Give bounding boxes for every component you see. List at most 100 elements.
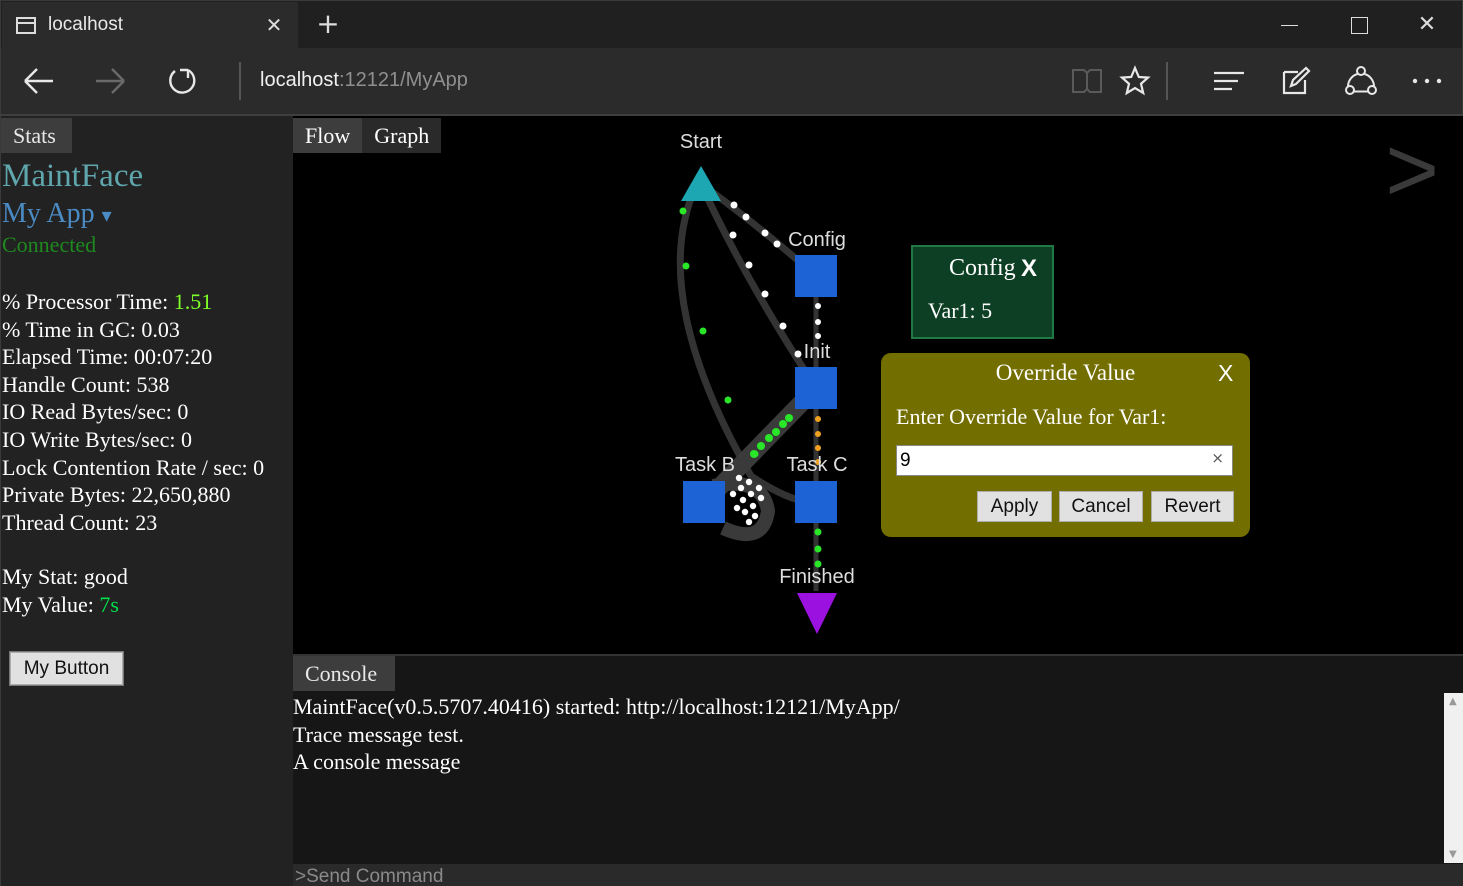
- browser-tab[interactable]: localhost ✕: [2, 2, 298, 49]
- flow-tabs: Flow Graph: [293, 118, 442, 153]
- favorite-star-icon[interactable]: [1110, 48, 1160, 114]
- cancel-button[interactable]: Cancel: [1059, 491, 1143, 522]
- address-bar[interactable]: localhost:12121/MyApp: [260, 69, 468, 92]
- stat-label: Lock Contention Rate / sec:: [2, 454, 254, 480]
- hub-icon[interactable]: [1204, 48, 1254, 114]
- forward-icon[interactable]: [85, 48, 135, 114]
- override-prompt: Enter Override Value for Var1:: [896, 404, 1167, 429]
- app-selector-label: My App: [2, 198, 95, 229]
- task-c-node: [795, 481, 837, 523]
- console-scrollbar[interactable]: ▲ ▼: [1444, 693, 1463, 863]
- start-node: [681, 166, 721, 201]
- stat-value: good: [83, 564, 128, 589]
- apply-button[interactable]: Apply: [977, 491, 1052, 522]
- stats-panel: Stats MaintFace My App ▾ Connected % Pro…: [0, 116, 293, 886]
- stat-line: Private Bytes: 22,650,880: [2, 481, 264, 509]
- title-bar: localhost ✕ + ✕: [0, 0, 1463, 49]
- share-icon[interactable]: [1336, 48, 1386, 114]
- token-dots-taskc-finished: [814, 528, 822, 568]
- revert-button[interactable]: Revert: [1151, 491, 1234, 522]
- tab-flow[interactable]: Flow: [293, 118, 363, 153]
- stat-label: Thread Count:: [2, 509, 136, 535]
- stat-value: 0.03: [141, 316, 180, 342]
- app-title: MaintFace: [2, 158, 144, 194]
- finished-node: [797, 593, 837, 634]
- config-var-value: 5: [981, 298, 993, 323]
- stat-label: My Value:: [2, 591, 100, 617]
- address-host: localhost: [260, 69, 339, 91]
- stat-label: % Processor Time:: [2, 289, 174, 314]
- stat-line: Lock Contention Rate / sec: 0: [2, 454, 264, 482]
- my-button[interactable]: My Button: [9, 651, 124, 686]
- stat-line: IO Write Bytes/sec: 0: [2, 426, 264, 454]
- console-output: MaintFace(v0.5.5707.40416) started: http…: [293, 693, 900, 776]
- stat-value: 1.51: [173, 289, 213, 314]
- app-selector[interactable]: My App ▾: [2, 198, 112, 230]
- reading-view-icon[interactable]: [1062, 48, 1112, 114]
- stat-label: IO Write Bytes/sec:: [2, 426, 181, 452]
- stat-line: IO Read Bytes/sec: 0: [2, 398, 264, 426]
- next-page-arrow-icon[interactable]: >: [1385, 124, 1439, 216]
- stat-label: Handle Count:: [2, 371, 137, 397]
- stat-value: 0: [253, 454, 265, 480]
- tab-title: localhost: [48, 14, 123, 35]
- divider: [239, 62, 241, 100]
- config-variable[interactable]: Var1: 5: [928, 298, 992, 324]
- stat-line: My Stat: good: [2, 563, 128, 591]
- config-node: [795, 255, 837, 297]
- stat-value: 0: [180, 426, 192, 452]
- web-note-icon[interactable]: [1271, 48, 1321, 114]
- override-value-input[interactable]: [900, 448, 1200, 473]
- stat-value: 00:07:20: [134, 344, 213, 370]
- config-popup: Config X Var1: 5: [911, 245, 1054, 339]
- config-popup-close-button[interactable]: X: [1021, 255, 1037, 283]
- stat-label: Elapsed Time:: [2, 344, 135, 370]
- stat-line: Handle Count: 538: [2, 371, 264, 399]
- task-b-label: Task B: [675, 454, 735, 476]
- minimize-button[interactable]: [1255, 1, 1323, 49]
- scroll-up-icon[interactable]: ▲: [1449, 696, 1457, 707]
- scroll-down-icon[interactable]: ▼: [1449, 849, 1457, 860]
- stat-line: My Value: 7s: [2, 591, 128, 619]
- override-dialog-title: Override Value: [995, 360, 1136, 385]
- stat-label: % Time in GC:: [2, 316, 142, 342]
- override-dialog-close-button[interactable]: X: [1218, 360, 1233, 387]
- divider: [1166, 62, 1168, 100]
- init-node: [795, 367, 837, 409]
- stat-value: 7s: [99, 591, 119, 617]
- close-window-button[interactable]: ✕: [1393, 1, 1461, 49]
- stat-value: 0: [177, 399, 189, 425]
- clear-input-icon[interactable]: ×: [1211, 449, 1224, 467]
- refresh-icon[interactable]: [157, 48, 207, 114]
- console-line: A console message: [293, 749, 461, 775]
- address-path: :12121/MyApp: [338, 69, 468, 91]
- connection-status: Connected: [2, 232, 97, 257]
- tab-graph[interactable]: Graph: [362, 118, 442, 153]
- stat-label: Private Bytes:: [2, 482, 132, 508]
- command-input[interactable]: [293, 864, 1463, 886]
- config-popup-title: Config: [949, 255, 1016, 281]
- finished-label: Finished: [779, 566, 855, 588]
- maximize-button[interactable]: [1324, 1, 1392, 49]
- init-label: Init: [804, 341, 831, 363]
- console-line: MaintFace(v0.5.5707.40416) started: http…: [293, 694, 900, 719]
- custom-stats: My Stat: good My Value: 7s: [2, 563, 128, 618]
- start-label: Start: [680, 131, 723, 153]
- stat-line: % Processor Time: 1.51: [2, 288, 264, 316]
- dropdown-caret-icon: ▾: [101, 203, 112, 227]
- stat-value: 23: [135, 509, 158, 535]
- console-line: Trace message test.: [293, 721, 464, 747]
- token-dots-init-taskb: [750, 414, 793, 458]
- stat-line: Thread Count: 23: [2, 509, 264, 537]
- performance-counters: % Processor Time: 1.51 % Time in GC: 0.0…: [2, 288, 264, 536]
- tab-stats[interactable]: Stats: [1, 118, 72, 153]
- back-icon[interactable]: [14, 48, 64, 114]
- stat-value: 538: [136, 371, 170, 397]
- task-c-label: Task C: [786, 454, 847, 476]
- close-tab-icon[interactable]: ✕: [264, 14, 284, 36]
- page-icon: [16, 17, 36, 34]
- new-tab-icon[interactable]: +: [314, 9, 342, 39]
- flow-area: Start Config Init Task B Task C Finished…: [293, 116, 1463, 654]
- more-options-icon[interactable]: [1402, 48, 1452, 114]
- tab-console[interactable]: Console: [293, 656, 395, 691]
